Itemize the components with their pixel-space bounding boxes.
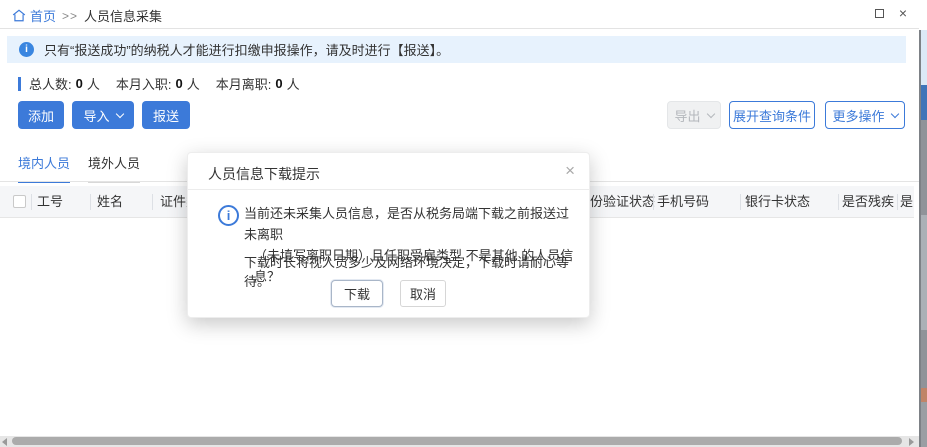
expand-query-button[interactable]: 展开查询条件 — [729, 101, 815, 129]
close-icon[interactable]: × — [899, 7, 907, 19]
stats-accent-bar — [18, 77, 21, 91]
background-window-sliver — [921, 0, 927, 30]
background-window-sliver — [921, 215, 927, 330]
stat-total-value: 0 — [76, 76, 83, 91]
expand-query-label: 展开查询条件 — [733, 106, 811, 125]
personnel-download-dialog: 人员信息下载提示 × i 当前还未采集人员信息，是否从税务局端下载之前报送过 未… — [187, 152, 590, 318]
dialog-close-icon[interactable]: × — [565, 161, 575, 181]
chevron-down-icon — [706, 109, 714, 117]
export-button[interactable]: 导出 — [667, 101, 721, 129]
horizontal-scrollbar-thumb[interactable] — [12, 437, 902, 445]
stat-joined-label: 本月入职: — [116, 74, 172, 93]
tab-domestic-personnel[interactable]: 境内人员 — [18, 153, 70, 183]
background-window-sliver — [921, 85, 927, 120]
breadcrumb-home-label: 首页 — [30, 6, 56, 25]
stat-joined-this-month: 本月入职: 0 人 — [116, 74, 200, 93]
stat-left-this-month: 本月离职: 0 人 — [216, 74, 300, 93]
stats-row: 总人数: 0 人 本月入职: 0 人 本月离职: 0 人 — [18, 74, 316, 93]
cancel-button[interactable]: 取消 — [400, 280, 446, 307]
column-header-employee-id[interactable]: 工号 — [37, 186, 63, 218]
export-button-label: 导出 — [674, 106, 700, 125]
column-separator — [31, 194, 32, 210]
breadcrumb-separator: >> — [62, 9, 78, 23]
dialog-footer: 下载 取消 — [188, 280, 589, 307]
column-header-bank-card-status[interactable]: 银行卡状态 — [745, 186, 810, 218]
breadcrumb: 首页 >> 人员信息采集 — [12, 6, 162, 25]
column-header-disability[interactable]: 是否残疾 — [842, 186, 894, 218]
background-window-sliver — [921, 30, 927, 85]
tab-overseas-personnel[interactable]: 境外人员 — [88, 153, 140, 183]
background-window-sliver — [921, 120, 927, 215]
add-button[interactable]: 添加 — [18, 101, 64, 129]
top-bar: 首页 >> 人员信息采集 × — [0, 0, 919, 29]
dialog-info-icon: i — [218, 205, 239, 226]
background-window-sliver — [921, 402, 927, 447]
stat-joined-value: 0 — [176, 76, 183, 91]
stat-left-value: 0 — [275, 76, 282, 91]
chevron-down-icon — [890, 109, 898, 117]
maximize-icon[interactable] — [875, 9, 884, 18]
personnel-collection-panel: 首页 >> 人员信息采集 × i 只有“报送成功”的纳税人才能进行扣缴申报操作，… — [0, 0, 927, 447]
column-header-name[interactable]: 姓名 — [97, 186, 123, 218]
info-banner: i 只有“报送成功”的纳税人才能进行扣缴申报操作，请及时进行【报送】。 — [7, 36, 906, 63]
more-actions-label: 更多操作 — [832, 106, 884, 125]
column-separator — [152, 194, 153, 210]
dialog-header-divider — [188, 189, 589, 190]
horizontal-scrollbar[interactable] — [0, 436, 919, 447]
submit-button[interactable]: 报送 — [142, 101, 190, 129]
panel-right-border — [919, 30, 921, 447]
info-banner-text: 只有“报送成功”的纳税人才能进行扣缴申报操作，请及时进行【报送】。 — [44, 40, 449, 59]
background-window-sliver — [921, 330, 927, 388]
submit-button-label: 报送 — [153, 106, 179, 125]
more-actions-button[interactable]: 更多操作 — [825, 101, 905, 129]
import-button-label: 导入 — [83, 106, 109, 125]
home-icon — [12, 9, 26, 22]
stat-left-label: 本月离职: — [216, 74, 272, 93]
column-header-mobile-number[interactable]: 手机号码 — [657, 186, 709, 218]
window-controls: × — [875, 7, 907, 19]
column-separator — [838, 194, 839, 210]
column-separator — [740, 194, 741, 210]
stat-left-unit: 人 — [287, 74, 300, 93]
info-icon: i — [19, 42, 34, 57]
column-separator — [90, 194, 91, 210]
chevron-down-icon — [115, 109, 123, 117]
column-separator — [653, 194, 654, 210]
person-tabs: 境内人员 境外人员 — [18, 153, 140, 183]
background-window-sliver — [921, 388, 927, 402]
import-button[interactable]: 导入 — [72, 101, 134, 129]
download-button[interactable]: 下载 — [331, 280, 383, 307]
add-button-label: 添加 — [28, 106, 54, 125]
scroll-left-arrow-icon[interactable] — [2, 438, 7, 446]
select-all-checkbox[interactable] — [13, 195, 26, 208]
stat-joined-unit: 人 — [187, 74, 200, 93]
stat-total-label: 总人数: — [29, 74, 72, 93]
stat-total-unit: 人 — [87, 74, 100, 93]
dialog-title: 人员信息下载提示 — [208, 164, 320, 184]
column-separator — [897, 194, 898, 210]
breadcrumb-current-page: 人员信息采集 — [84, 6, 162, 25]
scroll-right-arrow-icon[interactable] — [909, 438, 914, 446]
dialog-message-line1: 当前还未采集人员信息，是否从税务局端下载之前报送过 未离职 — [244, 203, 579, 245]
column-header-truncated[interactable]: 是 — [900, 186, 914, 218]
stat-total: 总人数: 0 人 — [29, 74, 100, 93]
breadcrumb-home-link[interactable]: 首页 — [12, 6, 56, 25]
